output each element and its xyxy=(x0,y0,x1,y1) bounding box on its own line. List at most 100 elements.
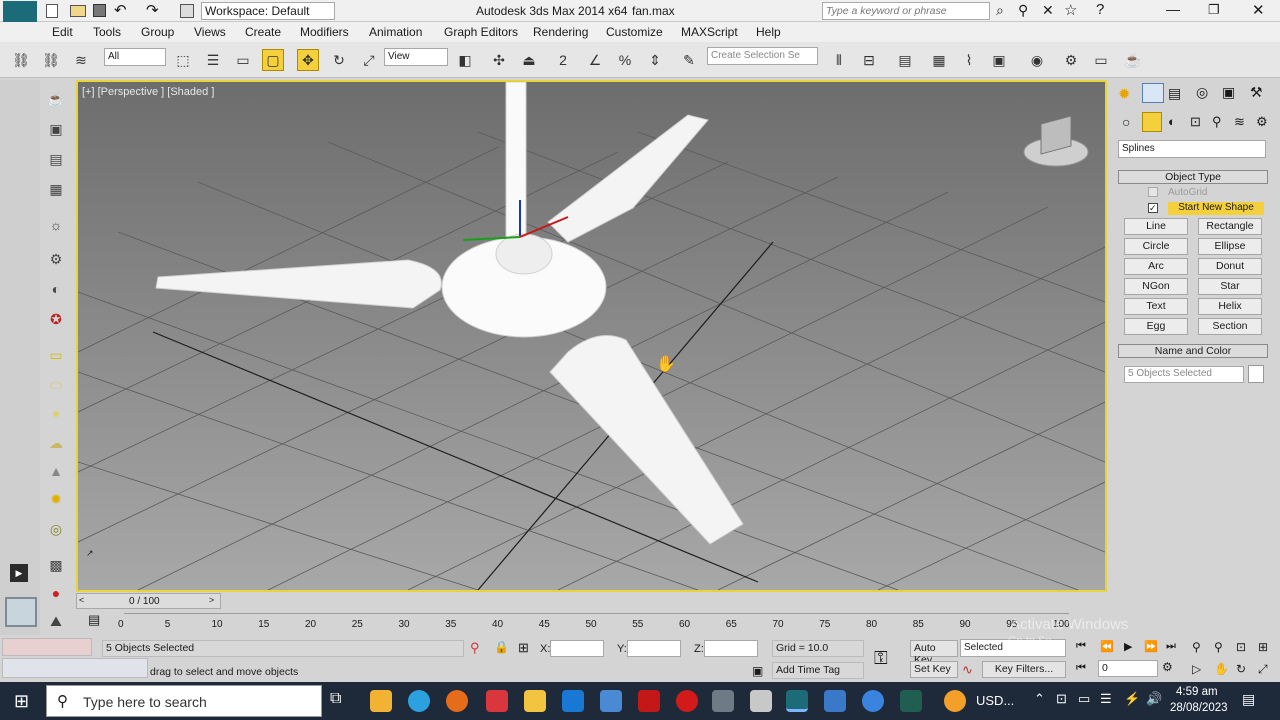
name-color-rollout[interactable]: Name and Color xyxy=(1118,344,1268,358)
material-ball-icon[interactable]: ● xyxy=(44,582,68,604)
create-tab-icon[interactable]: ✹ xyxy=(1118,85,1131,103)
lock-icon[interactable]: 🔒 xyxy=(494,640,509,654)
battery-icon[interactable]: ⚡ xyxy=(1124,691,1140,707)
viewport-thumb[interactable] xyxy=(5,597,37,627)
add-time-tag[interactable]: Add Time Tag xyxy=(772,662,864,679)
select-by-name-icon[interactable]: ☰ xyxy=(202,49,224,71)
mail-icon[interactable] xyxy=(562,690,584,712)
keyboard-shortcut-icon[interactable]: ⏏ xyxy=(518,49,540,71)
material-editor-icon[interactable]: ◉ xyxy=(1026,49,1048,71)
folder-icon[interactable] xyxy=(600,690,622,712)
menu-create[interactable]: Create xyxy=(245,25,281,39)
menu-edit[interactable]: Edit xyxy=(52,25,73,39)
menu-views[interactable]: Views xyxy=(194,25,226,39)
cone-icon[interactable]: ▲ xyxy=(44,460,68,482)
new-file-icon[interactable] xyxy=(46,4,58,18)
select-object-icon[interactable]: ⬚ xyxy=(172,49,194,71)
render-teapot-icon[interactable]: ☕ xyxy=(1122,49,1144,71)
terminal-icon[interactable] xyxy=(900,690,922,712)
rect-selection-icon[interactable]: ▭ xyxy=(232,49,254,71)
key-filters-button[interactable]: Key Filters... xyxy=(982,661,1066,678)
helix-button[interactable]: Helix xyxy=(1198,298,1262,315)
menu-tools[interactable]: Tools xyxy=(93,25,121,39)
zoom-extents-icon[interactable]: ⊡ xyxy=(1236,640,1246,654)
unlink-icon[interactable]: ⛓ xyxy=(40,49,62,71)
isolate-icon[interactable]: ⚲ xyxy=(470,640,480,656)
systems-icon[interactable]: ⚙ xyxy=(1256,114,1268,130)
go-to-end-icon[interactable]: ⏭ xyxy=(1166,640,1176,653)
x-coord-field[interactable] xyxy=(550,640,604,657)
layer-manager-icon[interactable]: ▤ xyxy=(894,49,916,71)
box-icon[interactable]: ▭ xyxy=(44,344,68,366)
maximize-icon[interactable]: ❐ xyxy=(1208,2,1220,18)
expand-arrow-icon[interactable]: ▶ xyxy=(10,564,28,582)
acrobat-icon[interactable] xyxy=(638,690,660,712)
undo-icon[interactable]: ↶ xyxy=(114,1,127,19)
text-button[interactable]: Text xyxy=(1124,298,1188,315)
schematic-view-icon[interactable]: ▣ xyxy=(988,49,1010,71)
maxscript-mini[interactable] xyxy=(2,658,148,678)
key-mode-toggle-icon[interactable]: ⏮ xyxy=(1076,662,1086,675)
menu-help[interactable]: Help xyxy=(756,25,781,39)
viewport-label[interactable]: [+] [Perspective ] [Shaded ] xyxy=(82,86,214,98)
edit-named-sets-icon[interactable]: ✎ xyxy=(678,49,700,71)
wifi-icon[interactable]: ☰ xyxy=(1100,691,1112,707)
graphite-ribbon-icon[interactable]: ▦ xyxy=(928,49,950,71)
play-icon[interactable]: ▶ xyxy=(1124,640,1132,653)
ellipse-button[interactable]: Ellipse xyxy=(1198,238,1262,255)
menu-customize[interactable]: Customize xyxy=(606,25,663,39)
utilities-tab-icon[interactable]: ⚒ xyxy=(1250,84,1263,101)
favorites-icon[interactable]: ☆ xyxy=(1064,1,1077,19)
align-icon[interactable]: ⊟ xyxy=(858,49,880,71)
calculator-icon[interactable] xyxy=(712,690,734,712)
search-input[interactable]: Type a keyword or phrase xyxy=(822,2,990,20)
select-and-scale-icon[interactable]: ⤢ xyxy=(358,49,380,71)
lights-icon[interactable]: ◐ xyxy=(1168,114,1176,129)
geometry-icon[interactable]: ○ xyxy=(1122,114,1130,130)
motion-tab-icon[interactable]: ◎ xyxy=(1196,84,1208,101)
weather-text[interactable]: USD... xyxy=(976,693,1014,708)
bind-spacewarp-icon[interactable]: ≋ xyxy=(70,49,92,71)
angle-snap-icon[interactable]: ∠ xyxy=(584,49,606,71)
link-icon[interactable]: ⛓ xyxy=(10,49,32,71)
hierarchy-tab-icon[interactable]: ▤ xyxy=(1168,85,1181,102)
auto-key-button[interactable]: Auto Key xyxy=(910,640,958,666)
binoculars-icon[interactable]: ⌕ xyxy=(996,2,1004,19)
close-icon[interactable]: ✕ xyxy=(1252,1,1265,19)
previous-frame-icon[interactable]: ⏪ xyxy=(1100,640,1114,653)
menu-rendering[interactable]: Rendering xyxy=(533,25,588,39)
spinner-snap-icon[interactable]: ⇕ xyxy=(644,49,666,71)
3dsmax-taskbar-icon[interactable] xyxy=(786,690,808,712)
cloud-icon[interactable]: ☁ xyxy=(44,432,68,454)
select-and-rotate-icon[interactable]: ↻ xyxy=(328,49,350,71)
time-slider[interactable]: < 0 / 100 > xyxy=(76,593,221,609)
tray-app-icon[interactable]: ⊡ xyxy=(1056,691,1067,707)
save-icon[interactable] xyxy=(93,4,106,17)
go-to-start-icon[interactable]: ⏮ xyxy=(1076,640,1086,653)
modify-tab-icon[interactable] xyxy=(1142,83,1164,103)
helpers-icon[interactable]: ⚲ xyxy=(1212,114,1222,130)
key-filter-icon[interactable]: ∿ xyxy=(962,662,973,678)
display-tab-icon[interactable]: ▣ xyxy=(1222,84,1235,101)
rectangle-button[interactable]: Rectangle xyxy=(1198,218,1262,235)
z-coord-field[interactable] xyxy=(704,640,758,657)
circle-button[interactable]: Circle xyxy=(1124,238,1188,255)
menu-maxscript[interactable]: MAXScript xyxy=(681,25,738,39)
tray-chevron-icon[interactable]: ⌃ xyxy=(1034,691,1045,707)
file-explorer-icon[interactable] xyxy=(524,690,546,712)
donut-button[interactable]: Donut xyxy=(1198,258,1262,275)
current-frame-field[interactable]: 0 xyxy=(1098,660,1158,677)
zoom-all-icon[interactable]: ⚲ xyxy=(1214,640,1223,654)
object-name-field[interactable]: 5 Objects Selected xyxy=(1124,366,1244,383)
task-view-icon[interactable]: ⧉ xyxy=(330,690,341,708)
snap-toggle-icon[interactable]: 2 xyxy=(552,49,574,71)
x-icon[interactable]: ✕ xyxy=(1042,2,1054,19)
firefox-icon[interactable] xyxy=(446,690,468,712)
teapot-icon[interactable]: ☕ xyxy=(44,88,68,110)
windows-start-icon[interactable]: ⊞ xyxy=(14,691,29,712)
pan-icon[interactable]: ✋ xyxy=(1214,662,1229,676)
helper-icon[interactable]: ◐ xyxy=(44,278,68,300)
help-icon[interactable]: ? xyxy=(1096,1,1104,18)
arc-button[interactable]: Arc xyxy=(1124,258,1188,275)
field-of-view-icon[interactable]: ▷ xyxy=(1192,662,1201,676)
